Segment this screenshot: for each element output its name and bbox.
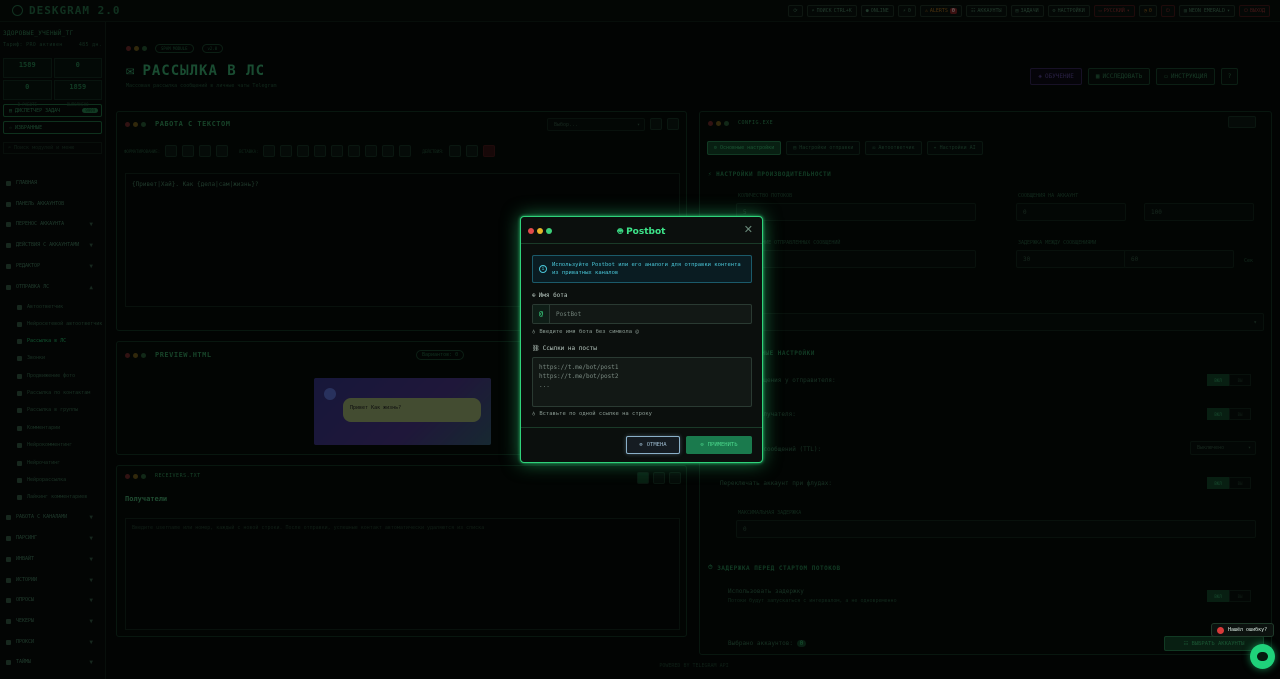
bot-name-label: ⊕ Имя бота [532,292,568,299]
info-icon: i [539,265,547,273]
bug-report-toast[interactable]: Нашёл ошибку? [1211,623,1274,637]
modal-title: 🤖︎ Postbot [617,227,666,237]
links-hint: ♁ Вставьте по одной ссылке на строку [532,411,652,417]
cancel-icon: ⊗ [639,442,643,448]
postbot-modal: 🤖︎ Postbot ✕ i Используйте Postbot или ег… [520,216,763,463]
links-label: ⛓ Ссылки на посты [532,345,597,352]
links-textarea[interactable] [532,357,752,407]
at-icon: @ [533,305,550,323]
bot-name-field: @ [532,304,752,324]
bot-icon: 🤖︎ [617,227,627,237]
bot-small-icon: ⊕ [532,292,536,299]
bot-name-hint: ♁ Введите имя бота без символа @ [532,329,639,335]
link-icon: ⛓ [532,345,540,352]
apply-button[interactable]: ⊖ ПРИМЕНИТЬ [686,436,752,454]
lightbulb-icon: ♁ [532,411,536,417]
bug-icon [1217,626,1224,634]
cancel-button[interactable]: ⊗ ОТМЕНА [626,436,680,454]
close-icon[interactable]: ✕ [744,223,753,236]
check-circle-icon: ⊖ [700,442,704,448]
chat-fab-button[interactable] [1250,644,1275,669]
lightbulb-icon: ♁ [532,329,536,335]
chat-icon [1257,652,1268,661]
info-banner: i Используйте Postbot или его аналоги для… [532,255,752,283]
bot-name-input[interactable] [550,305,751,323]
